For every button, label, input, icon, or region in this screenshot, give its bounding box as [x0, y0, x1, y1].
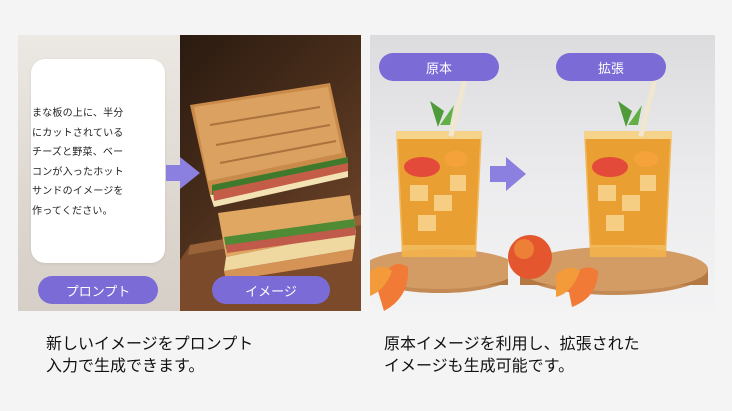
expanded-image: 拡張 — [508, 35, 715, 311]
original-image: 原本 — [370, 35, 518, 311]
original-label: 原本 — [379, 53, 499, 81]
prompt-text: まな板の上に、半分 にカットされている チーズと野菜、ベー コンが入ったホット … — [32, 108, 124, 217]
hot-sandwich-illustration — [180, 83, 361, 311]
expanded-label: 拡張 — [556, 53, 666, 81]
image-label: イメージ — [212, 276, 330, 304]
left-caption: 新しいイメージをプロンプト 入力で生成できます。 — [46, 334, 254, 375]
arrow-right-icon — [166, 157, 200, 189]
image-expansion-panel: 原本 拡張 — [370, 35, 715, 311]
hot-sandwich-image — [180, 35, 361, 311]
prompt-label: プロンプト — [38, 276, 158, 304]
prompt-to-image-panel: まな板の上に、半分 にカットされている チーズと野菜、ベー コンが入ったホット … — [18, 35, 361, 311]
right-caption: 原本イメージを利用し、拡張された イメージも生成可能です。 — [384, 334, 640, 375]
arrow-right-icon — [490, 157, 526, 191]
